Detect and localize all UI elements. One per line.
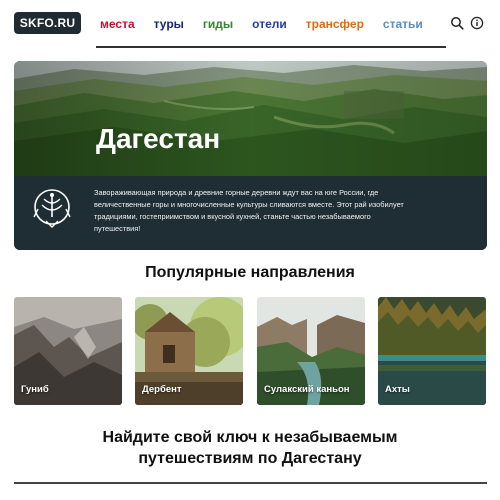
nav-item-articles[interactable]: статьи <box>383 17 423 31</box>
nav-item-tours[interactable]: туры <box>154 17 184 31</box>
nav-item-transfer[interactable]: трансфер <box>306 17 364 31</box>
destination-card-sulak-canyon[interactable]: Сулакский каньон <box>257 297 365 405</box>
nav-divider <box>96 46 446 48</box>
hero-banner: Дагестан Завораживающая природа и древни… <box>14 61 487 250</box>
site-logo[interactable]: SKFO.RU <box>14 12 81 34</box>
popular-title: Популярные направления <box>145 264 355 281</box>
hero-description: Завораживающая природа и древние горные … <box>94 188 404 233</box>
key-journeys-heading: Найдите свой ключ к незабываемым путешес… <box>0 427 500 469</box>
hero-description-panel: Завораживающая природа и древние горные … <box>14 176 487 250</box>
info-icon[interactable] <box>470 16 484 30</box>
hero-title: Дагестан <box>96 123 221 154</box>
section-divider <box>14 482 487 484</box>
nav-item-guides[interactable]: гиды <box>203 17 233 31</box>
main-nav: места туры гиды отели трансфер статьи <box>100 17 442 31</box>
nav-item-hotels[interactable]: отели <box>252 17 287 31</box>
destination-card-akhty[interactable]: Ахты <box>378 297 486 405</box>
heading-line-1: Найдите свой ключ к незабываемым <box>102 429 398 446</box>
destination-label: Дербент <box>142 384 182 395</box>
heading-line-2: путешествиям по Дагестану <box>138 450 362 467</box>
destination-label: Сулакский каньон <box>264 384 350 395</box>
search-icon[interactable] <box>450 16 464 30</box>
hero-landscape-image <box>14 61 487 176</box>
destination-label: Ахты <box>385 384 410 395</box>
destination-card-derbent[interactable]: Дербент <box>135 297 243 405</box>
destination-label: Гуниб <box>21 384 49 395</box>
destination-card-gunib[interactable]: Гуниб <box>14 297 122 405</box>
dagestan-emblem-icon <box>33 189 71 228</box>
nav-item-places[interactable]: места <box>100 17 135 31</box>
